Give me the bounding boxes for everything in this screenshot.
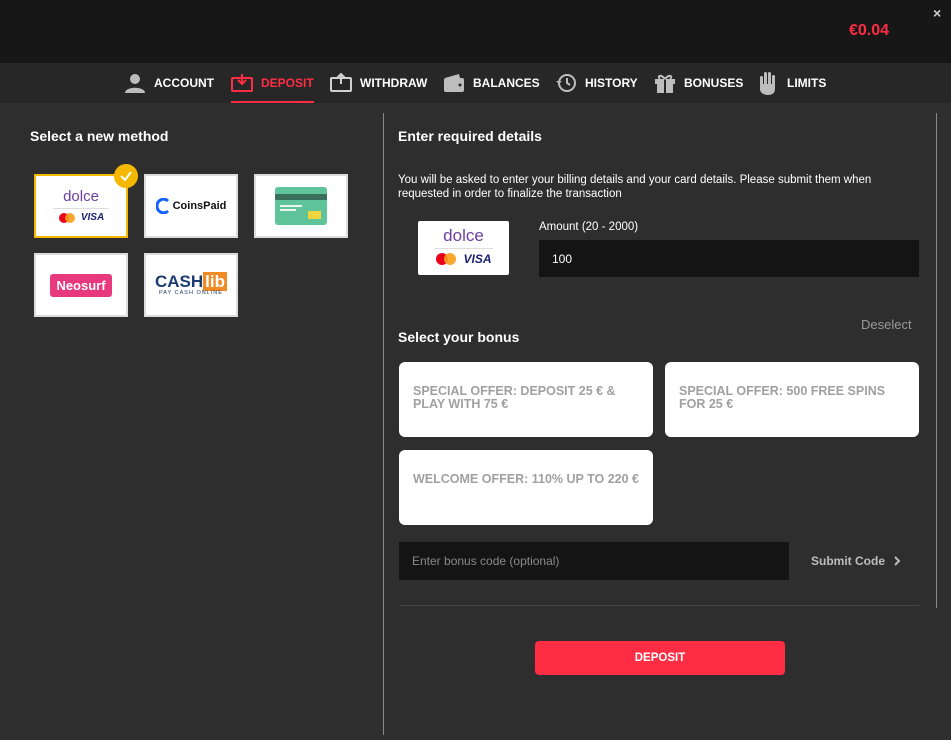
methods-title: Select a new method	[30, 128, 169, 144]
selected-method-logo: dolce VISA	[418, 221, 509, 275]
tab-deposit[interactable]: DEPOSIT	[231, 63, 314, 103]
submit-code-button[interactable]: Submit Code	[811, 554, 903, 568]
user-icon	[125, 74, 145, 93]
deposit-icon	[231, 74, 253, 92]
coinspaid-icon	[155, 198, 169, 214]
bonus-offer-deposit-25[interactable]: SPECIAL OFFER: DEPOSIT 25 € & PLAY WITH …	[399, 362, 653, 437]
tab-limits[interactable]: LIMITS	[757, 63, 826, 103]
bonus-code-input[interactable]	[399, 542, 789, 580]
method-dolce[interactable]: dolce VISA	[34, 174, 128, 238]
amount-input[interactable]	[539, 240, 919, 277]
method-neosurf[interactable]: Neosurf	[34, 253, 128, 317]
neosurf-logo-text: Neosurf	[50, 273, 112, 297]
tab-withdraw[interactable]: WITHDRAW	[330, 63, 427, 103]
selected-check-icon	[114, 164, 138, 188]
cashlib-logo-suffix: lib	[203, 271, 227, 291]
submit-code-label: Submit Code	[811, 554, 885, 568]
hand-icon	[760, 72, 775, 95]
tab-bonuses[interactable]: BONUSES	[654, 63, 743, 103]
history-icon	[556, 74, 576, 92]
cashlib-logo-text: CASH	[154, 271, 204, 291]
amount-label: Amount (20 - 2000)	[539, 221, 639, 233]
section-divider	[399, 605, 919, 606]
tab-label: WITHDRAW	[360, 76, 428, 90]
details-title: Enter required details	[398, 128, 542, 144]
visa-logo-text: VISA	[80, 212, 105, 223]
gift-icon	[655, 74, 675, 93]
cashlib-tagline: PAY CASH ONLINE	[159, 289, 223, 296]
tab-label: BONUSES	[684, 76, 744, 90]
mastercard-icon	[58, 212, 75, 223]
method-card[interactable]	[254, 174, 348, 238]
dolce-logo-text: dolce	[63, 187, 99, 205]
deposit-button[interactable]: DEPOSIT	[535, 641, 785, 675]
tab-label: DEPOSIT	[261, 76, 314, 90]
top-bar	[0, 0, 951, 63]
tab-account[interactable]: ACCOUNT	[124, 63, 214, 103]
tab-label: LIMITS	[787, 76, 827, 90]
tab-history[interactable]: HISTORY	[555, 63, 638, 103]
tab-label: ACCOUNT	[154, 76, 214, 90]
right-edge-divider	[936, 113, 937, 608]
close-icon[interactable]: ×	[933, 5, 941, 21]
method-cashlib[interactable]: CASH lib PAY CASH ONLINE	[144, 253, 238, 317]
visa-logo-text: VISA	[463, 252, 492, 266]
bonus-title: Select your bonus	[398, 329, 520, 345]
nav-bar: ACCOUNT DEPOSIT WITHDRAW BALANCES HISTOR…	[0, 63, 951, 103]
bonus-offer-welcome[interactable]: WELCOME OFFER: 110% UP TO 220 €	[399, 450, 653, 525]
column-divider	[383, 113, 384, 735]
credit-card-icon	[275, 187, 327, 225]
details-info-text: You will be asked to enter your billing …	[398, 174, 872, 200]
dolce-logo-text: dolce	[443, 226, 484, 245]
withdraw-icon	[330, 73, 352, 92]
chevron-right-icon	[894, 556, 901, 566]
method-coinspaid[interactable]: CoinsPaid	[144, 174, 238, 238]
mastercard-icon	[436, 253, 457, 265]
tab-label: BALANCES	[473, 76, 540, 90]
wallet-icon	[444, 74, 464, 92]
bonus-offer-free-spins[interactable]: SPECIAL OFFER: 500 FREE SPINS FOR 25 €	[665, 362, 919, 437]
tab-balances[interactable]: BALANCES	[443, 63, 540, 103]
balance-display: €0.04	[849, 22, 890, 39]
tab-label: HISTORY	[585, 76, 638, 90]
coinspaid-logo-text: CoinsPaid	[172, 200, 227, 212]
deselect-link[interactable]: Deselect	[861, 317, 912, 332]
